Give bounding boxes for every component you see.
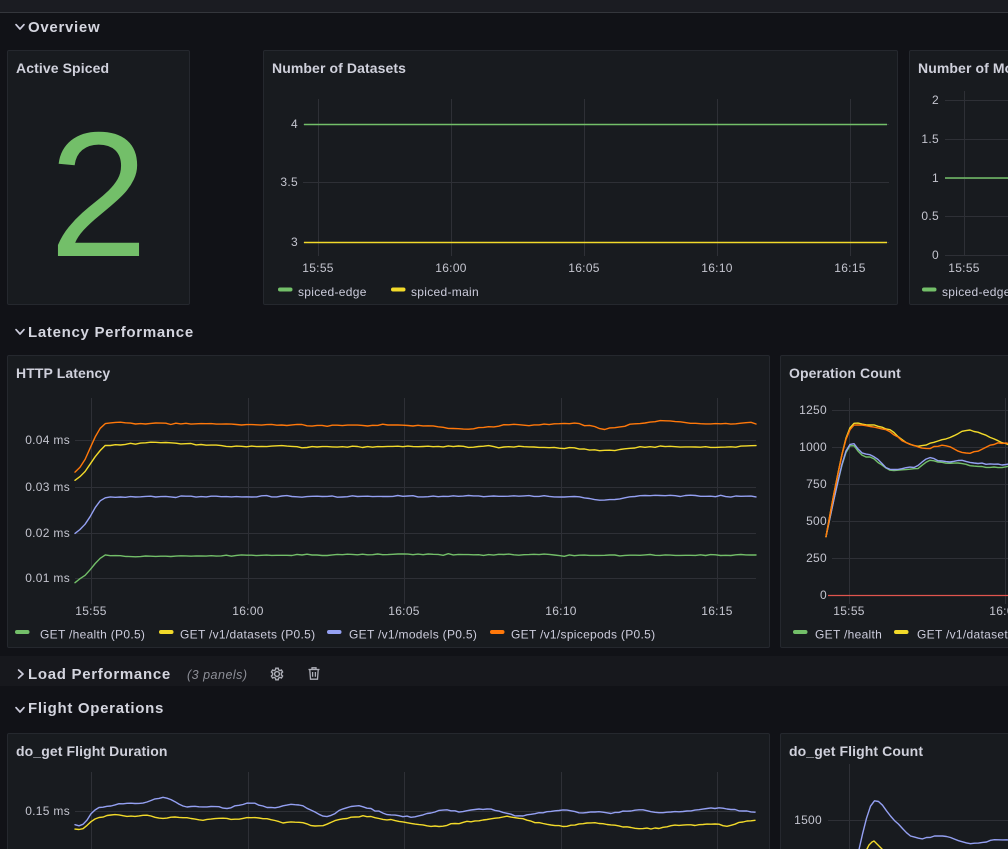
svg-text:0.04 ms: 0.04 ms bbox=[25, 433, 70, 447]
svg-text:0.02 ms: 0.02 ms bbox=[25, 526, 70, 540]
svg-text:16:05: 16:05 bbox=[388, 604, 420, 618]
svg-text:750: 750 bbox=[806, 477, 827, 491]
svg-text:1500: 1500 bbox=[794, 813, 822, 827]
svg-text:15:55: 15:55 bbox=[302, 261, 334, 275]
svg-text:3.5: 3.5 bbox=[280, 175, 298, 189]
svg-text:0.01 ms: 0.01 ms bbox=[25, 571, 70, 585]
svg-text:16:15: 16:15 bbox=[701, 604, 733, 618]
svg-text:16:10: 16:10 bbox=[545, 604, 577, 618]
svg-text:15:55: 15:55 bbox=[948, 261, 980, 275]
svg-text:16:05: 16:05 bbox=[568, 261, 600, 275]
svg-text:16:00: 16:00 bbox=[989, 604, 1008, 618]
svg-text:GET /v1/datasets: GET /v1/datasets bbox=[917, 628, 1008, 642]
svg-text:2: 2 bbox=[932, 93, 939, 107]
svg-text:16:00: 16:00 bbox=[435, 261, 467, 275]
svg-text:0.03 ms: 0.03 ms bbox=[25, 480, 70, 494]
svg-text:GET /v1/models (P0.5): GET /v1/models (P0.5) bbox=[349, 628, 477, 642]
svg-text:0: 0 bbox=[820, 588, 827, 602]
svg-text:500: 500 bbox=[806, 514, 827, 528]
svg-text:GET /v1/spicepods (P0.5): GET /v1/spicepods (P0.5) bbox=[511, 628, 655, 642]
svg-text:spiced-edge: spiced-edge bbox=[298, 285, 367, 299]
svg-text:0.15 ms: 0.15 ms bbox=[25, 804, 70, 818]
svg-text:GET /health: GET /health bbox=[815, 628, 882, 642]
svg-text:1000: 1000 bbox=[799, 440, 827, 454]
svg-text:1250: 1250 bbox=[799, 403, 827, 417]
svg-text:0: 0 bbox=[932, 248, 939, 262]
svg-text:16:15: 16:15 bbox=[834, 261, 866, 275]
svg-text:0.5: 0.5 bbox=[921, 209, 939, 223]
svg-text:1: 1 bbox=[932, 171, 939, 185]
svg-text:GET /v1/datasets (P0.5): GET /v1/datasets (P0.5) bbox=[180, 628, 315, 642]
svg-text:3: 3 bbox=[291, 235, 298, 249]
svg-text:16:00: 16:00 bbox=[232, 604, 264, 618]
svg-text:spiced-edge: spiced-edge bbox=[942, 285, 1008, 299]
svg-text:GET /health (P0.5): GET /health (P0.5) bbox=[40, 628, 145, 642]
svg-text:spiced-main: spiced-main bbox=[411, 285, 479, 299]
svg-text:16:10: 16:10 bbox=[701, 261, 733, 275]
svg-text:1.5: 1.5 bbox=[921, 132, 939, 146]
svg-text:4: 4 bbox=[291, 117, 298, 131]
svg-text:15:55: 15:55 bbox=[75, 604, 107, 618]
svg-text:250: 250 bbox=[806, 551, 827, 565]
svg-text:15:55: 15:55 bbox=[833, 604, 865, 618]
